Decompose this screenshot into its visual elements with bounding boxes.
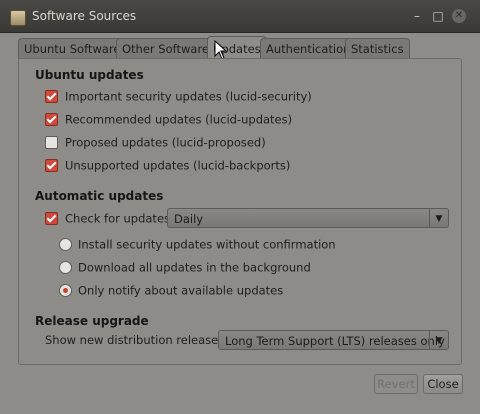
release-upgrade-select[interactable]: Long Term Support (LTS) releases only ▼ <box>218 330 449 350</box>
chevron-down-icon: ▼ <box>429 331 448 349</box>
software-sources-window: Software Sources – □ ✕ Ubuntu Software O… <box>0 0 480 414</box>
unsupported-updates-checkbox[interactable] <box>45 159 58 172</box>
install-security-option[interactable]: Install security updates without confirm… <box>59 235 336 253</box>
close-icon[interactable]: ✕ <box>452 9 466 23</box>
ubuntu-updates-heading: Ubuntu updates <box>35 68 144 82</box>
proposed-updates-checkbox[interactable] <box>45 136 58 149</box>
notify-only-option[interactable]: Only notify about available updates <box>59 281 283 299</box>
recommended-updates-checkbox[interactable] <box>45 113 58 126</box>
tab-statistics[interactable]: Statistics <box>345 38 410 59</box>
maximize-icon[interactable]: □ <box>431 9 445 23</box>
updates-panel: Ubuntu updates Important security update… <box>18 58 462 365</box>
minimize-icon[interactable]: – <box>410 9 424 23</box>
update-frequency-select[interactable]: Daily ▼ <box>167 208 449 228</box>
recommended-updates-option[interactable]: Recommended updates (lucid-updates) <box>45 110 292 128</box>
tab-ubuntu-software[interactable]: Ubuntu Software <box>18 38 127 59</box>
check-for-updates-checkbox[interactable] <box>45 212 58 225</box>
notify-only-radio[interactable] <box>59 284 72 297</box>
release-upgrade-heading: Release upgrade <box>35 314 149 328</box>
check-for-updates-label: Check for updates: <box>65 211 174 226</box>
update-frequency-value: Daily <box>174 212 204 226</box>
security-updates-label: Important security updates (lucid-securi… <box>65 89 312 104</box>
download-background-label: Download all updates in the background <box>78 260 311 275</box>
download-background-radio[interactable] <box>59 261 72 274</box>
recommended-updates-label: Recommended updates (lucid-updates) <box>65 112 293 127</box>
security-updates-option[interactable]: Important security updates (lucid-securi… <box>45 87 312 105</box>
install-security-radio[interactable] <box>59 238 72 251</box>
unsupported-updates-label: Unsupported updates (lucid-backports) <box>65 158 291 173</box>
unsupported-updates-option[interactable]: Unsupported updates (lucid-backports) <box>45 156 290 174</box>
chevron-down-icon: ▼ <box>429 209 448 227</box>
mouse-cursor-icon <box>214 40 228 60</box>
security-updates-checkbox[interactable] <box>45 90 58 103</box>
proposed-updates-label: Proposed updates (lucid-proposed) <box>65 135 266 150</box>
tab-other-software[interactable]: Other Software <box>116 38 216 59</box>
release-upgrade-value: Long Term Support (LTS) releases only <box>225 334 445 348</box>
release-upgrade-label: Show new distribution releases: <box>45 333 229 347</box>
app-icon <box>10 10 26 26</box>
notify-only-label: Only notify about available updates <box>78 283 284 298</box>
download-background-option[interactable]: Download all updates in the background <box>59 258 311 276</box>
tab-authentication[interactable]: Authentication <box>260 38 357 59</box>
proposed-updates-option[interactable]: Proposed updates (lucid-proposed) <box>45 133 266 151</box>
window-title: Software Sources <box>32 9 137 23</box>
check-for-updates-option[interactable]: Check for updates: <box>45 209 174 227</box>
close-button[interactable]: Close <box>423 374 463 394</box>
install-security-label: Install security updates without confirm… <box>78 237 336 252</box>
revert-button[interactable]: Revert <box>374 374 418 394</box>
automatic-updates-heading: Automatic updates <box>35 189 164 203</box>
title-bar[interactable]: Software Sources – □ ✕ <box>0 0 480 33</box>
